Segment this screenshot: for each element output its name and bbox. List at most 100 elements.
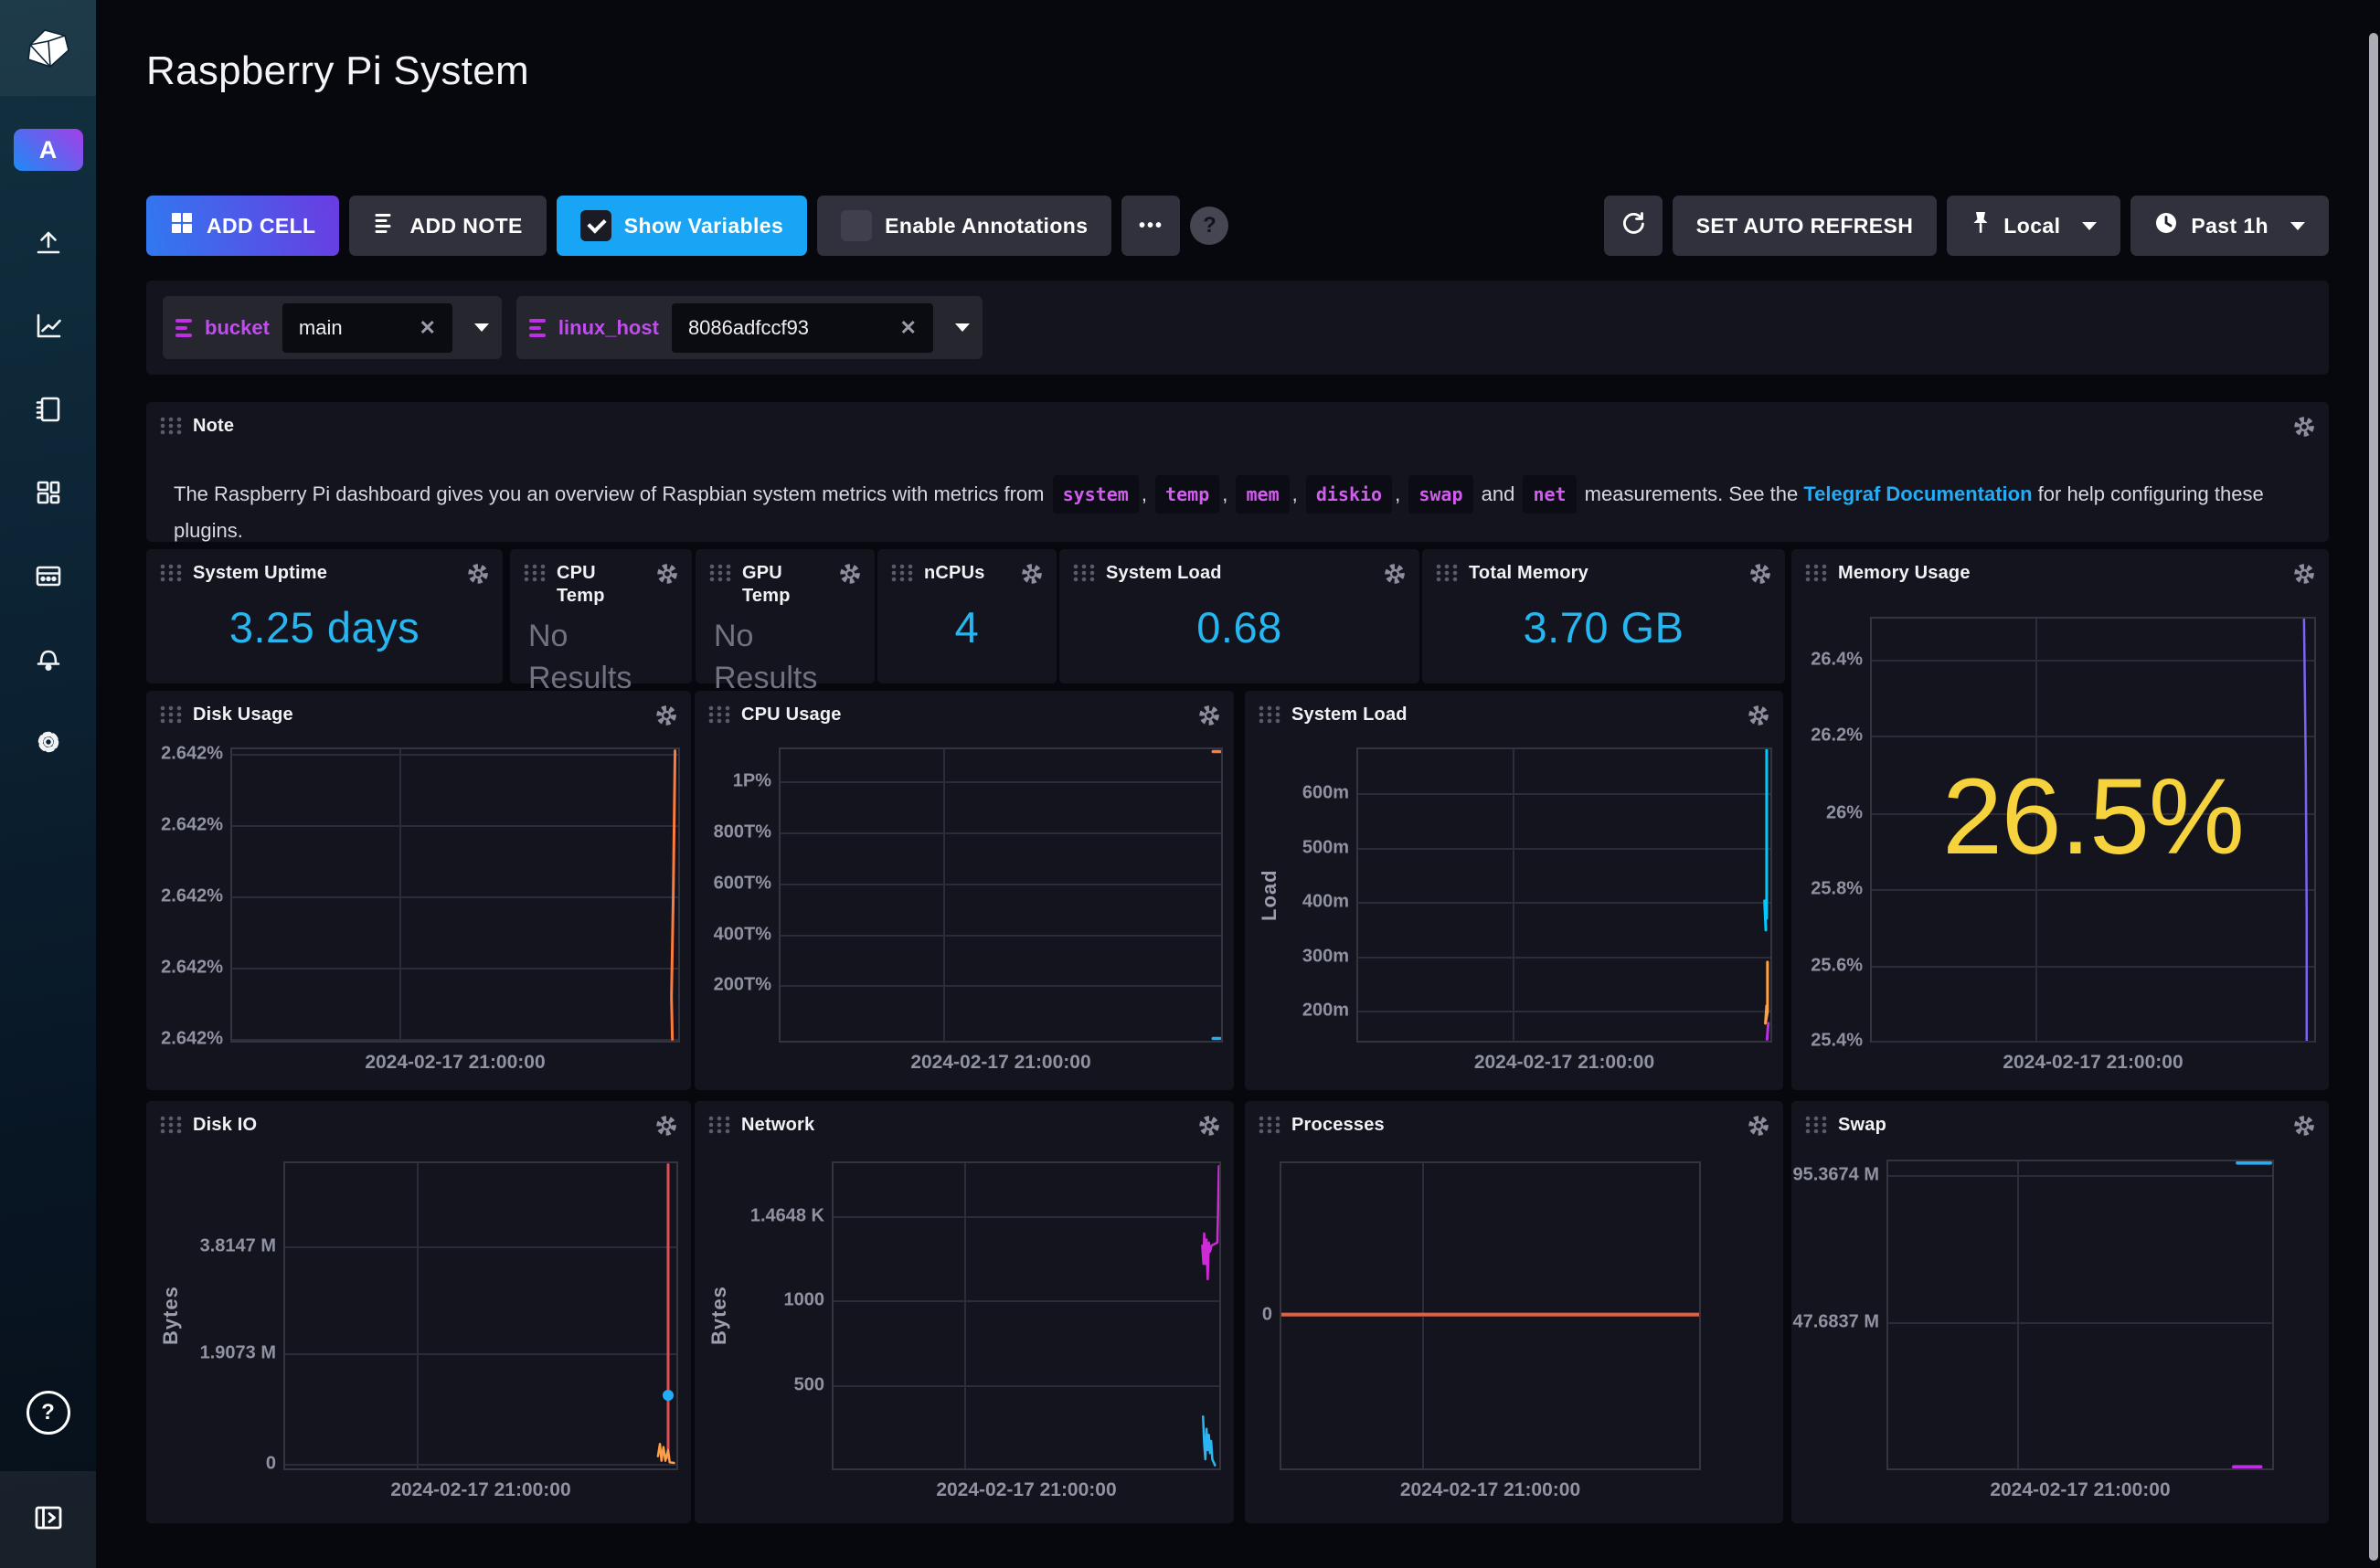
chart-cell-memory-usage-header: Memory Usage bbox=[1804, 561, 2317, 591]
timezone-dropdown[interactable]: Local bbox=[1947, 196, 2120, 256]
toolbar-help-button[interactable]: ? bbox=[1190, 207, 1228, 245]
show-variables-toggle[interactable]: Show Variables bbox=[557, 196, 807, 256]
gear-icon[interactable] bbox=[653, 1113, 679, 1143]
chart-series bbox=[285, 1163, 676, 1468]
chart-series bbox=[1888, 1161, 2272, 1468]
no-results-text: No Results bbox=[528, 615, 647, 699]
y-axis-tick-label: 1.9073 M bbox=[200, 1343, 276, 1364]
avatar[interactable]: A bbox=[14, 129, 83, 171]
cell-title: System Load bbox=[1106, 561, 1372, 585]
sidebar-expand-toggle[interactable] bbox=[0, 1471, 96, 1568]
drag-handle-icon[interactable] bbox=[159, 562, 183, 588]
sidebar-item-tasks[interactable] bbox=[31, 560, 66, 595]
gear-icon[interactable] bbox=[837, 561, 863, 591]
question-mark-icon: ? bbox=[1203, 213, 1217, 238]
data-explorer-icon bbox=[31, 309, 66, 348]
sidebar-item-alerts[interactable] bbox=[31, 643, 66, 678]
sidebar-item-notebooks[interactable] bbox=[31, 394, 66, 429]
sidebar-item-dashboards[interactable] bbox=[31, 477, 66, 512]
x-axis-label: 2024-02-17 21:00:00 bbox=[781, 1052, 1221, 1074]
chart-plot-area: 02024-02-17 21:00:00 bbox=[1280, 1161, 1701, 1470]
gear-icon[interactable] bbox=[2291, 414, 2317, 444]
stat-value: 3.70 GB bbox=[1422, 602, 1785, 652]
drag-handle-icon[interactable] bbox=[1804, 1114, 1828, 1140]
drag-handle-icon[interactable] bbox=[159, 1114, 183, 1140]
drag-handle-icon[interactable] bbox=[159, 704, 183, 730]
cell-title: Memory Usage bbox=[1838, 561, 2281, 585]
stat-cell-system-load: System Load0.68 bbox=[1059, 549, 1419, 683]
alerts-icon bbox=[31, 641, 66, 681]
cell-title: Total Memory bbox=[1469, 561, 1737, 585]
enable-annotations-toggle[interactable]: Enable Annotations bbox=[817, 196, 1111, 256]
gear-icon[interactable] bbox=[654, 561, 680, 591]
chevron-down-icon bbox=[474, 323, 489, 332]
influxdb-logo-icon[interactable] bbox=[0, 0, 96, 96]
set-auto-refresh-button[interactable]: SET AUTO REFRESH bbox=[1673, 196, 1938, 256]
more-options-button[interactable]: ••• bbox=[1121, 196, 1180, 256]
variable-name: linux_host bbox=[558, 316, 659, 340]
pin-icon bbox=[1971, 210, 1991, 241]
sidebar-item-data-explorer[interactable] bbox=[31, 311, 66, 345]
add-cell-button[interactable]: ADD CELL bbox=[146, 196, 339, 256]
scrollbar[interactable] bbox=[2369, 33, 2378, 1561]
gear-icon[interactable] bbox=[1746, 1113, 1771, 1143]
drag-handle-icon[interactable] bbox=[1258, 1114, 1281, 1140]
chart-cell-memory-usage: Memory Usage26.4%26.2%26%25.8%25.6%25.4%… bbox=[1791, 549, 2329, 1090]
clear-icon[interactable]: ✕ bbox=[419, 316, 435, 340]
refresh-button[interactable] bbox=[1604, 196, 1663, 256]
drag-handle-icon[interactable] bbox=[707, 1114, 731, 1140]
drag-handle-icon[interactable] bbox=[708, 562, 732, 588]
add-note-button[interactable]: ADD NOTE bbox=[349, 196, 546, 256]
y-axis-tick-label: 25.6% bbox=[1811, 956, 1863, 977]
stat-cell-sys-uptime-header: System Uptime bbox=[159, 561, 491, 591]
code-chip: net bbox=[1523, 475, 1576, 514]
time-range-dropdown[interactable]: Past 1h bbox=[2130, 196, 2329, 256]
sidebar-item-upload[interactable] bbox=[31, 228, 66, 262]
chart-cell-swap: Swap95.3674 M47.6837 M2024-02-17 21:00:0… bbox=[1791, 1101, 2329, 1523]
gear-icon[interactable] bbox=[1019, 561, 1045, 591]
drag-handle-icon[interactable] bbox=[159, 415, 183, 441]
stat-cell-total-memory-header: Total Memory bbox=[1435, 561, 1773, 591]
variable-dropdown-bucket[interactable]: bucketmain✕ bbox=[163, 296, 502, 359]
checkbox-unchecked-icon[interactable] bbox=[841, 210, 872, 241]
code-chip: swap bbox=[1408, 475, 1472, 514]
gear-icon[interactable] bbox=[653, 703, 679, 733]
gear-icon[interactable] bbox=[1746, 703, 1771, 733]
sidebar-item-settings[interactable] bbox=[31, 726, 66, 761]
drag-handle-icon[interactable] bbox=[1804, 562, 1828, 588]
y-axis-tick-label: 2.642% bbox=[161, 1029, 223, 1050]
drag-handle-icon[interactable] bbox=[1435, 562, 1459, 588]
y-axis-tick-label: 400T% bbox=[714, 924, 771, 945]
gear-icon[interactable] bbox=[465, 561, 491, 591]
notebooks-icon bbox=[31, 392, 66, 431]
gear-icon[interactable] bbox=[1196, 1113, 1222, 1143]
stat-cell-cpu-temp: CPU TempNo Results bbox=[510, 549, 692, 683]
variable-value-box[interactable]: main✕ bbox=[282, 303, 452, 353]
drag-handle-icon[interactable] bbox=[890, 562, 914, 588]
cell-title: Network bbox=[741, 1113, 1186, 1137]
drag-handle-icon[interactable] bbox=[707, 704, 731, 730]
clear-icon[interactable]: ✕ bbox=[900, 316, 917, 340]
sidebar-help-button[interactable]: ? bbox=[0, 1391, 96, 1435]
gear-icon[interactable] bbox=[1382, 561, 1408, 591]
x-axis-label: 2024-02-17 21:00:00 bbox=[232, 1052, 678, 1074]
gear-icon[interactable] bbox=[1748, 561, 1773, 591]
y-axis-tick-label: 600m bbox=[1302, 783, 1349, 804]
telegraf-documentation-link[interactable]: Telegraf Documentation bbox=[1803, 482, 2032, 505]
variable-value-box[interactable]: 8086adfccf93✕ bbox=[672, 303, 933, 353]
cell-title: Swap bbox=[1838, 1113, 2281, 1137]
gear-icon[interactable] bbox=[2291, 561, 2317, 591]
gear-icon[interactable] bbox=[2291, 1113, 2317, 1143]
drag-handle-icon[interactable] bbox=[1072, 562, 1096, 588]
gear-icon[interactable] bbox=[1196, 703, 1222, 733]
dashboard-toolbar: ADD CELL ADD NOTE Show Variables Enable … bbox=[146, 196, 2329, 256]
time-range-label: Past 1h bbox=[2191, 214, 2268, 238]
y-axis-tick-label: 800T% bbox=[714, 821, 771, 842]
checkbox-checked-icon[interactable] bbox=[580, 210, 611, 241]
drag-handle-icon[interactable] bbox=[1258, 704, 1281, 730]
drag-handle-icon[interactable] bbox=[523, 562, 547, 588]
variable-dropdown-linux_host[interactable]: linux_host 8086adfccf93✕ bbox=[516, 296, 983, 359]
chevron-down-icon bbox=[2290, 222, 2305, 230]
cell-title: System Uptime bbox=[193, 561, 455, 585]
chart-cell-cpu-usage-header: CPU Usage bbox=[707, 703, 1222, 733]
